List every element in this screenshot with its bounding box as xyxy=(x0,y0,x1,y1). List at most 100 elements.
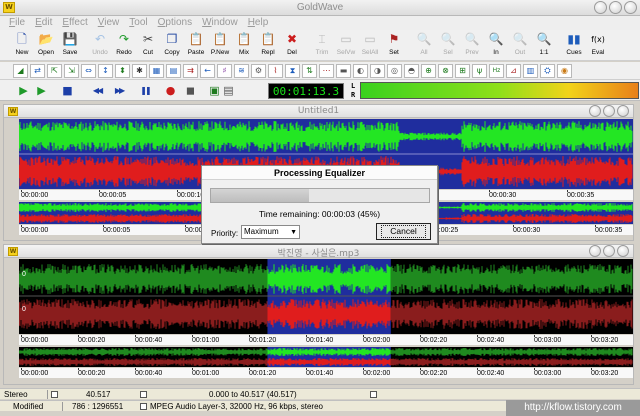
play-button[interactable]: ▶ xyxy=(16,83,31,98)
cues-button[interactable]: ▮▮ Cues xyxy=(562,30,586,61)
compressor-icon[interactable]: ⧗ xyxy=(285,63,300,78)
repl-button[interactable]: 📋 Repl xyxy=(256,30,280,61)
sel-button[interactable]: 🔍 Sel xyxy=(436,30,460,61)
document-minimize-button[interactable] xyxy=(589,105,601,117)
dynamics-icon[interactable]: ⊞ xyxy=(455,63,470,78)
eval-button[interactable]: f(x) Eval xyxy=(586,30,610,61)
open-button[interactable]: 📂 Open xyxy=(34,30,58,61)
ruler-tick-label: 00:00:20 xyxy=(78,368,106,377)
stereo-icon[interactable]: ◑ xyxy=(370,63,385,78)
menu-file[interactable]: File xyxy=(4,16,30,30)
redo-button[interactable]: ↷ Redo xyxy=(112,30,136,61)
del-button[interactable]: ✖ Del xyxy=(280,30,304,61)
set-button[interactable]: ⚑ Set xyxy=(382,30,406,61)
properties-button[interactable]: ▤ xyxy=(221,83,236,98)
selvw-button[interactable]: ▭ SelVw xyxy=(334,30,358,61)
normalize-icon[interactable]: ⬍ xyxy=(115,63,130,78)
close-button[interactable] xyxy=(624,1,637,14)
spectrum-icon[interactable]: ▥ xyxy=(523,63,538,78)
monitor-button[interactable]: ▣ xyxy=(207,83,222,98)
waveform-display[interactable]: 00 xyxy=(19,259,633,334)
document-window-mp3[interactable]: W 박진영 - 사실은.mp3 00 00:00:00 00:00:20 00:00… xyxy=(3,244,634,385)
paste-button[interactable]: 📋 Paste xyxy=(184,30,208,61)
silence-icon[interactable]: ▬ xyxy=(336,63,351,78)
priority-select[interactable]: Maximum ▼ xyxy=(241,225,300,239)
volume-icon[interactable]: ◢ xyxy=(13,63,28,78)
time-display: 00:01:13.3 xyxy=(268,83,344,99)
mix-button[interactable]: 📋 Mix xyxy=(232,30,256,61)
ruler-tick-label: 00:01:00 xyxy=(192,335,220,344)
ruler-tick-label: 00:00:40 xyxy=(135,368,163,377)
prev-button[interactable]: 🔍 Prev xyxy=(460,30,484,61)
record-selection-button[interactable]: ◼ xyxy=(183,83,198,98)
rewind-button[interactable]: ◀◀ xyxy=(87,83,107,98)
declick-icon[interactable]: ψ xyxy=(472,63,487,78)
zero-level-label: 0 xyxy=(22,306,26,313)
record-button[interactable]: ● xyxy=(163,83,178,98)
pan-icon[interactable]: ◓ xyxy=(404,63,419,78)
fade-out-icon[interactable]: ⇲ xyxy=(64,63,79,78)
pause-button[interactable]: ❚❚ xyxy=(135,83,155,98)
toolbar-button-label: Mix xyxy=(238,49,250,56)
toolbar-button-label: 1:1 xyxy=(539,49,549,56)
spatial-icon[interactable]: ◎ xyxy=(387,63,402,78)
channel-mixer-icon[interactable]: ⊕ xyxy=(421,63,436,78)
out-button[interactable]: 🔍 Out xyxy=(508,30,532,61)
fade-in-icon[interactable]: ⇱ xyxy=(47,63,62,78)
swap-icon[interactable]: ⇄ xyxy=(30,63,45,78)
interpolate-icon[interactable]: ⌇ xyxy=(268,63,283,78)
menu-edit[interactable]: Edit xyxy=(30,16,57,30)
document-maximize-button[interactable] xyxy=(603,245,615,257)
reduce-noise-icon[interactable]: ⊿ xyxy=(506,63,521,78)
menu-window[interactable]: Window xyxy=(197,16,243,30)
equalizer-icon[interactable]: ▦ xyxy=(149,63,164,78)
reverse-icon[interactable]: ← xyxy=(200,63,215,78)
auto-gain-icon[interactable]: ⊗ xyxy=(438,63,453,78)
status-channels: Stereo xyxy=(4,390,28,399)
filter-icon[interactable]: ▤ xyxy=(166,63,181,78)
level-meter-graphic xyxy=(361,83,638,98)
menu-tool[interactable]: Tool xyxy=(124,16,152,30)
cut-button[interactable]: ✂ Cut xyxy=(136,30,160,61)
cancel-button[interactable]: Cancel xyxy=(376,223,431,240)
menu-effect[interactable]: Effect xyxy=(57,16,92,30)
p-new-button[interactable]: 📋 P.New xyxy=(208,30,232,61)
document-maximize-button[interactable] xyxy=(603,105,615,117)
all-button[interactable]: 🔍 All xyxy=(412,30,436,61)
mechanize-icon[interactable]: ⚙ xyxy=(251,63,266,78)
document-close-button[interactable] xyxy=(617,245,629,257)
echo-icon[interactable]: ≋ xyxy=(234,63,249,78)
goldwave-app: W GoldWave File Edit Effect View Tool Options… xyxy=(0,0,640,416)
selall-button[interactable]: ▭ SelAll xyxy=(358,30,382,61)
overview-waveform[interactable] xyxy=(19,347,633,367)
stretch-icon[interactable]: ⇔ xyxy=(81,63,96,78)
menu-view[interactable]: View xyxy=(93,16,125,30)
copy-button[interactable]: ❐ Copy xyxy=(160,30,184,61)
pitch-icon[interactable]: ♯ xyxy=(217,63,232,78)
stop-button[interactable]: ■ xyxy=(60,83,75,98)
1-1-button[interactable]: 🔍 1:1 xyxy=(532,30,556,61)
fast-forward-button[interactable]: ▶▶ xyxy=(109,83,129,98)
menu-help[interactable]: Help xyxy=(243,16,274,30)
offset-icon[interactable]: ↕ xyxy=(98,63,113,78)
hz-icon[interactable]: Hz xyxy=(489,63,504,78)
menu-options[interactable]: Options xyxy=(153,16,197,30)
document-close-button[interactable] xyxy=(617,105,629,117)
new-button[interactable]: 🗋 New xyxy=(10,30,34,61)
in-button[interactable]: 🔍 In xyxy=(484,30,508,61)
invert-icon[interactable]: ⇅ xyxy=(302,63,317,78)
save-button[interactable]: 💾 Save xyxy=(58,30,82,61)
minimize-button[interactable] xyxy=(594,1,607,14)
undo-button[interactable]: ↶ Undo xyxy=(88,30,112,61)
speed-icon[interactable]: ◉ xyxy=(557,63,572,78)
doppler-icon[interactable]: ⇉ xyxy=(183,63,198,78)
play-selection-button[interactable]: ▶ xyxy=(34,83,49,98)
maximize-button[interactable] xyxy=(609,1,622,14)
resample-icon[interactable]: ⋯ xyxy=(319,63,334,78)
trim-button[interactable]: ⌶ Trim xyxy=(310,30,334,61)
document-minimize-button[interactable] xyxy=(589,245,601,257)
mono-icon[interactable]: ◐ xyxy=(353,63,368,78)
noise-icon[interactable]: ✱ xyxy=(132,63,147,78)
flanger-icon[interactable]: ⛭ xyxy=(540,63,555,78)
toolbar-button-label: Del xyxy=(287,49,297,56)
